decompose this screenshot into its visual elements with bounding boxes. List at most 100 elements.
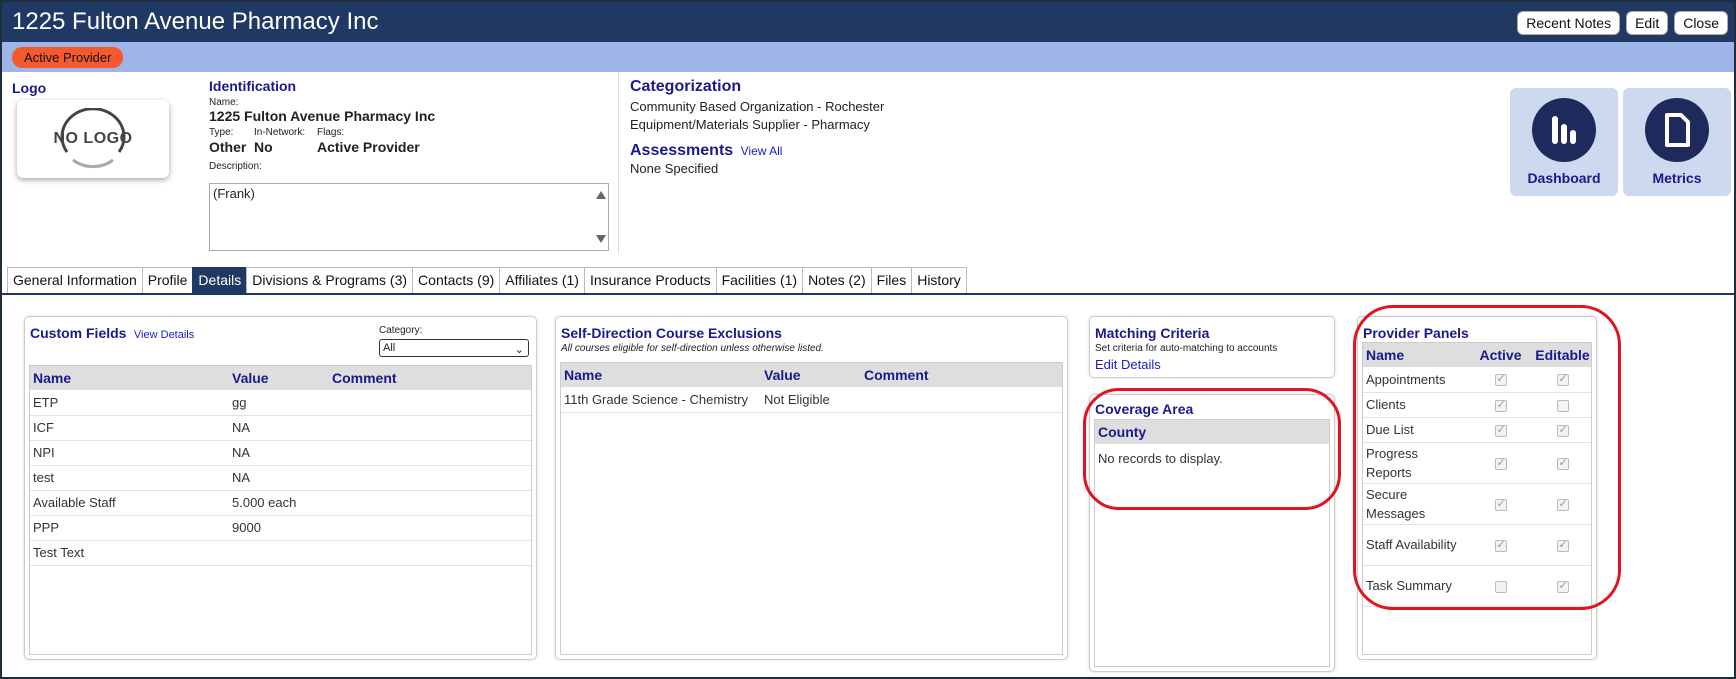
provider-panels-table-box: Name Active Editable AppointmentsClients…	[1362, 342, 1592, 655]
table-row[interactable]: 11th Grade Science - Chemistry Not Eligib…	[561, 387, 1062, 413]
tab-notes[interactable]: Notes (2)	[802, 267, 872, 293]
editable-checkbox[interactable]	[1556, 456, 1569, 470]
editable-checkbox[interactable]	[1556, 372, 1569, 387]
tab-divisions-programs[interactable]: Divisions & Programs (3)	[246, 267, 414, 293]
tab-affiliates[interactable]: Affiliates (1)	[499, 267, 585, 293]
table-row[interactable]: Clients	[1363, 392, 1591, 418]
column-header-editable[interactable]: Editable	[1531, 343, 1591, 367]
editable-checkbox[interactable]	[1556, 538, 1569, 552]
description-label: Description:	[209, 161, 262, 172]
editable-checkbox[interactable]	[1556, 579, 1569, 593]
assessments-view-all-link[interactable]: View All	[741, 144, 783, 158]
in-network-label: In-Network:	[254, 127, 306, 138]
tab-details[interactable]: Details	[192, 267, 248, 293]
scroll-down-icon[interactable]	[596, 235, 606, 243]
table-row[interactable]: ICF NA	[30, 415, 531, 441]
column-header-comment[interactable]: Comment	[329, 366, 531, 390]
column-header-comment[interactable]: Comment	[861, 363, 1062, 387]
tab-history[interactable]: History	[911, 267, 967, 293]
tab-general-information[interactable]: General Information	[7, 267, 143, 293]
cell-value: Not Eligible	[761, 387, 861, 413]
coverage-table-box: County No records to display.	[1094, 419, 1330, 667]
table-row[interactable]: ETP gg	[30, 390, 531, 416]
coverage-table: County No records to display.	[1095, 420, 1329, 469]
logo-box[interactable]: NO LOGO	[17, 100, 169, 178]
panel-name: Task Summary	[1363, 565, 1467, 607]
active-checkbox[interactable]	[1494, 372, 1507, 387]
assessments-value: None Specified	[630, 161, 719, 176]
table-row[interactable]: Test Text	[30, 540, 531, 566]
metrics-label: Metrics	[1652, 170, 1702, 186]
chevron-down-icon: ⌄	[514, 344, 524, 356]
provider-panels-table: Name Active Editable AppointmentsClients…	[1363, 343, 1591, 607]
column-header-name[interactable]: Name	[1363, 343, 1467, 367]
table-row[interactable]: Secure Messages	[1363, 483, 1591, 525]
cell-name: ETP	[30, 390, 229, 416]
active-checkbox[interactable]	[1494, 456, 1507, 470]
table-row[interactable]: Available Staff 5.000 each	[30, 490, 531, 516]
column-header-value[interactable]: Value	[761, 363, 861, 387]
column-header-active[interactable]: Active	[1467, 343, 1531, 367]
coverage-area-title: Coverage Area	[1095, 401, 1194, 417]
tab-contacts[interactable]: Contacts (9)	[412, 267, 501, 293]
dashboard-tile[interactable]: Dashboard	[1510, 88, 1618, 196]
table-row[interactable]: Progress Reports	[1363, 442, 1591, 484]
table-row[interactable]: Task Summary	[1363, 565, 1591, 607]
cell-name: Available Staff	[30, 490, 229, 516]
column-header-value[interactable]: Value	[229, 366, 329, 390]
column-header-name[interactable]: Name	[30, 366, 229, 390]
column-header-county[interactable]: County	[1095, 420, 1329, 444]
metrics-tile[interactable]: Metrics	[1623, 88, 1731, 196]
editable-checkbox[interactable]	[1556, 423, 1569, 437]
category-select[interactable]: All ⌄	[379, 339, 529, 357]
table-row[interactable]: PPP 9000	[30, 515, 531, 541]
tab-facilities[interactable]: Facilities (1)	[715, 267, 804, 293]
edit-button[interactable]: Edit	[1626, 11, 1669, 35]
no-logo-text: NO LOGO	[53, 130, 133, 147]
category-item: Equipment/Materials Supplier - Pharmacy	[630, 117, 870, 132]
table-row[interactable]: Staff Availability	[1363, 524, 1591, 566]
document-icon	[1645, 98, 1709, 162]
active-checkbox[interactable]	[1494, 580, 1507, 593]
close-button[interactable]: Close	[1674, 11, 1728, 35]
self-direction-table-box: Name Value Comment 11th Grade Science - …	[560, 362, 1063, 655]
active-checkbox[interactable]	[1494, 398, 1507, 412]
cell-comment	[329, 465, 531, 491]
tab-insurance-products[interactable]: Insurance Products	[583, 267, 717, 293]
dashboard-icon	[1532, 98, 1596, 162]
active-checkbox[interactable]	[1494, 497, 1507, 511]
column-header-name[interactable]: Name	[561, 363, 761, 387]
categorization-section: Categorization Community Based Organizat…	[630, 78, 1130, 178]
panel-name: Appointments	[1363, 367, 1467, 393]
scroll-up-icon[interactable]	[596, 191, 606, 199]
editable-checkbox[interactable]	[1556, 497, 1569, 511]
recent-notes-button[interactable]: Recent Notes	[1517, 11, 1621, 35]
table-row[interactable]: Appointments	[1363, 367, 1591, 393]
cell-comment	[329, 390, 531, 416]
active-checkbox[interactable]	[1494, 538, 1507, 552]
tab-profile[interactable]: Profile	[141, 267, 194, 293]
matching-criteria-subtitle: Set criteria for auto-matching to accoun…	[1095, 343, 1278, 354]
cell-value	[229, 540, 329, 566]
table-row[interactable]: test NA	[30, 465, 531, 491]
active-checkbox[interactable]	[1494, 423, 1507, 437]
matching-edit-details-link[interactable]: Edit Details	[1095, 357, 1161, 372]
custom-fields-panel: Custom Fields View Details Category: All…	[24, 316, 537, 660]
custom-fields-title: Custom Fields	[30, 325, 127, 341]
custom-fields-view-details-link[interactable]: View Details	[134, 329, 194, 341]
flags-label: Flags:	[317, 127, 345, 138]
logo-label: Logo	[12, 80, 47, 96]
assessments-title: Assessments	[630, 142, 734, 159]
provider-header: Logo NO LOGO Identification Name: 1225 F…	[2, 72, 1734, 264]
description-field[interactable]: (Frank)	[209, 183, 609, 251]
cell-value: 9000	[229, 515, 329, 541]
table-row[interactable]: Due List	[1363, 417, 1591, 443]
categorization-title: Categorization	[630, 78, 742, 95]
table-row[interactable]: NPI NA	[30, 440, 531, 466]
active-cell	[1467, 417, 1531, 443]
editable-checkbox[interactable]	[1556, 399, 1569, 412]
tab-files[interactable]: Files	[870, 267, 913, 293]
panel-name: Staff Availability	[1363, 524, 1467, 566]
editable-cell	[1531, 483, 1591, 525]
provider-panels-panel: Provider Panels Name Active Editable App…	[1357, 316, 1597, 660]
